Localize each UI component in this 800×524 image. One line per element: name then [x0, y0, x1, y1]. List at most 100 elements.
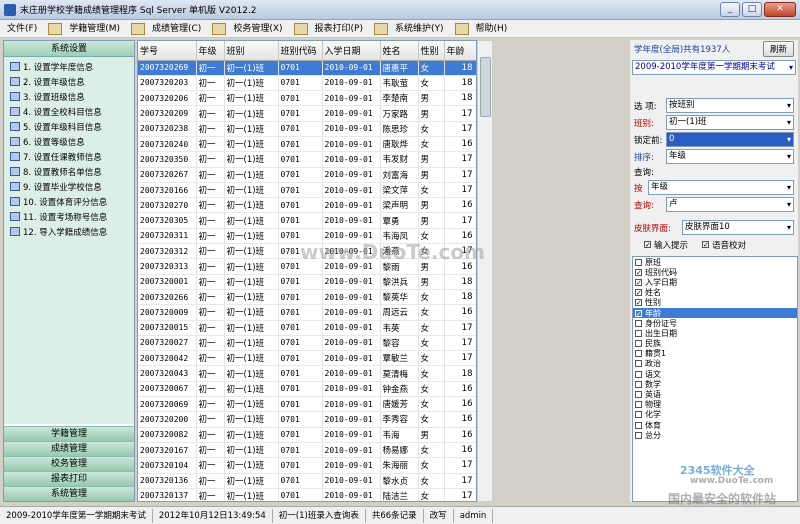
nav-item[interactable]: 1. 设置学年度信息 — [4, 59, 134, 74]
nav-item[interactable]: 5. 设置年级科目信息 — [4, 119, 134, 134]
table-row[interactable]: 2007320313 初一 初一(1)班 0701 2010-09-01 黎雨男 16 — [138, 258, 476, 275]
table-row[interactable]: 2007320350 初一 初一(1)班 0701 2010-09-01 韦发财男 17 — [138, 151, 476, 168]
checkbox[interactable] — [635, 411, 642, 419]
field-checkbox-item[interactable]: 身份证号 — [633, 318, 797, 328]
checkbox[interactable] — [635, 391, 642, 399]
field-checkbox-item[interactable]: 政治 — [633, 359, 797, 369]
table-row[interactable]: 2007320270 初一 初一(1)班 0701 2010-09-01 梁声明男 16 — [138, 197, 476, 214]
checkbox[interactable]: ✓ — [635, 268, 642, 276]
checkbox[interactable] — [635, 319, 642, 327]
grid-scrollbar[interactable] — [477, 40, 493, 502]
field-checkbox-item[interactable]: 数学 — [633, 379, 797, 389]
nav-section-button[interactable]: 报表打印 — [4, 471, 134, 486]
table-row[interactable]: 2007320269 初一 初一(1)班 0701 2010-09-01 唐惠平女 18 — [138, 60, 476, 76]
table-row[interactable]: 2007320042 初一 初一(1)班 0701 2010-09-01 覃敏兰女 17 — [138, 350, 476, 367]
checkbox[interactable]: ✓ — [635, 289, 642, 297]
nav-item[interactable]: 11. 设置考场称号信息 — [4, 209, 134, 224]
table-row[interactable]: 2007320267 初一 初一(1)班 0701 2010-09-01 刘富海男 17 — [138, 167, 476, 183]
voice-check-checkbox[interactable]: ✓ — [702, 241, 710, 249]
option-select[interactable]: 按班别 — [666, 98, 794, 113]
column-header[interactable]: 班别代码 — [278, 41, 323, 61]
nav-item[interactable]: 8. 设置教师名单信息 — [4, 164, 134, 179]
field-checkbox-item[interactable]: 原班 — [633, 257, 797, 267]
nav-section-button[interactable]: 校务管理 — [4, 456, 134, 471]
field-checkbox-item[interactable]: 民族 — [633, 339, 797, 349]
query-input[interactable]: 卢 — [666, 197, 794, 212]
nav-item[interactable]: 2. 设置年级信息 — [4, 74, 134, 89]
column-header[interactable]: 姓名 — [380, 41, 419, 61]
table-row[interactable]: 2007320069 初一 初一(1)班 0701 2010-09-01 唐媛芳女 16 — [138, 396, 476, 413]
nav-item[interactable]: 9. 设置毕业学校信息 — [4, 179, 134, 194]
scroll-thumb[interactable] — [480, 57, 491, 117]
field-checkbox-item[interactable]: ✓ 姓名 — [633, 288, 797, 298]
skin-select[interactable]: 皮肤界面10 — [682, 220, 794, 235]
table-row[interactable]: 2007320009 初一 初一(1)班 0701 2010-09-01 周远云女 16 — [138, 304, 476, 321]
field-checkbox-item[interactable]: 出生日期 — [633, 328, 797, 338]
table-row[interactable]: 2007320200 初一 初一(1)班 0701 2010-09-01 李秀容女 16 — [138, 411, 476, 428]
nav-section-button[interactable]: 成绩管理 — [4, 441, 134, 456]
field-checkbox-item[interactable]: 总分 — [633, 430, 797, 440]
minimize-button[interactable]: _ — [720, 2, 740, 17]
nav-section-button[interactable]: 学籍管理 — [4, 426, 134, 441]
table-row[interactable]: 2007320266 初一 初一(1)班 0701 2010-09-01 黎英华女 18 — [138, 289, 476, 306]
maximize-button[interactable]: □ — [742, 2, 762, 17]
field-checkbox-item[interactable]: ✓ 班别代码 — [633, 267, 797, 277]
nav-item[interactable]: 12. 导入学籍成绩信息 — [4, 224, 134, 239]
table-row[interactable]: 2007320240 初一 初一(1)班 0701 2010-09-01 唐耿烨女 16 — [138, 136, 476, 153]
query-field-select[interactable]: 年级 — [648, 180, 794, 195]
column-header[interactable]: 年龄 — [444, 41, 476, 61]
nav-header[interactable]: 系统设置 — [4, 41, 134, 57]
nav-section-button[interactable]: 系统管理 — [4, 486, 134, 501]
table-row[interactable]: 2007320067 初一 初一(1)班 0701 2010-09-01 钟金燕女 16 — [138, 381, 476, 398]
column-header[interactable]: 性别 — [418, 41, 445, 61]
table-row[interactable]: 2007320015 初一 初一(1)班 0701 2010-09-01 韦英女 17 — [138, 320, 476, 336]
field-checkbox-item[interactable]: 籍贯1 — [633, 349, 797, 359]
close-button[interactable]: ✕ — [764, 2, 796, 17]
table-row[interactable]: 2007320238 初一 初一(1)班 0701 2010-09-01 陈思珍女 17 — [138, 121, 476, 137]
menu-file[interactable]: 文件(F) — [0, 20, 44, 38]
column-header[interactable]: 班别 — [224, 41, 279, 61]
table-row[interactable]: 2007320082 初一 初一(1)班 0701 2010-09-01 韦海男 16 — [138, 427, 476, 443]
nav-item[interactable]: 7. 设置任课教师信息 — [4, 149, 134, 164]
column-header[interactable]: 学号 — [138, 41, 197, 61]
menu-system[interactable]: 系统维护(Y) — [388, 20, 451, 38]
checkbox[interactable] — [635, 421, 642, 429]
field-checkbox-item[interactable]: 体育 — [633, 420, 797, 430]
field-checkbox-item[interactable]: ✓ 性别 — [633, 298, 797, 308]
refresh-button[interactable]: 刷新 — [762, 41, 794, 57]
field-checkbox-item[interactable]: 物理 — [633, 400, 797, 410]
table-row[interactable]: 2007320137 初一 初一(1)班 0701 2010-09-01 陆洁兰女 17 — [138, 488, 476, 501]
table-row[interactable]: 2007320166 初一 初一(1)班 0701 2010-09-01 梁文萍女 17 — [138, 182, 476, 199]
checkbox[interactable] — [635, 258, 642, 266]
checkbox[interactable]: ✓ — [635, 309, 642, 317]
field-checkbox-item[interactable]: 英语 — [633, 389, 797, 399]
field-checkbox-item[interactable]: ✓ 年龄 — [633, 307, 797, 319]
checkbox[interactable] — [635, 370, 642, 378]
class-select[interactable]: 初一(1)班 — [666, 115, 794, 130]
lock-select[interactable]: 0 — [666, 132, 794, 147]
checkbox[interactable] — [635, 329, 642, 337]
checkbox[interactable] — [635, 401, 642, 409]
table-row[interactable]: 2007320206 初一 初一(1)班 0701 2010-09-01 李楚南男 18 — [138, 90, 476, 107]
field-checkbox-item[interactable]: 化学 — [633, 410, 797, 420]
sort-select[interactable]: 年级 — [666, 149, 794, 164]
nav-item[interactable]: 6. 设置等级信息 — [4, 134, 134, 149]
nav-item[interactable]: 10. 设置体育评分信息 — [4, 194, 134, 209]
table-row[interactable]: 2007320167 初一 初一(1)班 0701 2010-09-01 杨易娜女 16 — [138, 442, 476, 459]
checkbox[interactable] — [635, 350, 642, 358]
input-hint-checkbox[interactable]: ✓ — [644, 241, 651, 249]
menu-student[interactable]: 学籍管理(M) — [62, 20, 127, 38]
checkbox[interactable]: ✓ — [635, 278, 642, 286]
menu-help[interactable]: 帮助(H) — [469, 20, 515, 38]
table-row[interactable]: 2007320312 初一 初一(1)班 0701 2010-09-01 潘燕女 17 — [138, 243, 476, 260]
term-select[interactable]: 2009-2010学年度第一学期期末考试 — [632, 60, 796, 75]
menu-school[interactable]: 校务管理(X) — [226, 20, 289, 38]
nav-item[interactable]: 4. 设置全校科目信息 — [4, 104, 134, 119]
table-row[interactable]: 2007320136 初一 初一(1)班 0701 2010-09-01 黎水贞女 17 — [138, 473, 476, 489]
table-row[interactable]: 2007320001 初一 初一(1)班 0701 2010-09-01 黎洪兵男 18 — [138, 274, 476, 290]
table-row[interactable]: 2007320311 初一 初一(1)班 0701 2010-09-01 韦海凤女 16 — [138, 228, 476, 245]
table-row[interactable]: 2007320305 初一 初一(1)班 0701 2010-09-01 覃勇男 17 — [138, 212, 476, 229]
checkbox[interactable] — [635, 431, 642, 439]
menu-report[interactable]: 报表打印(P) — [308, 20, 370, 38]
table-row[interactable]: 2007320043 初一 初一(1)班 0701 2010-09-01 莫清梅女 18 — [138, 365, 476, 382]
